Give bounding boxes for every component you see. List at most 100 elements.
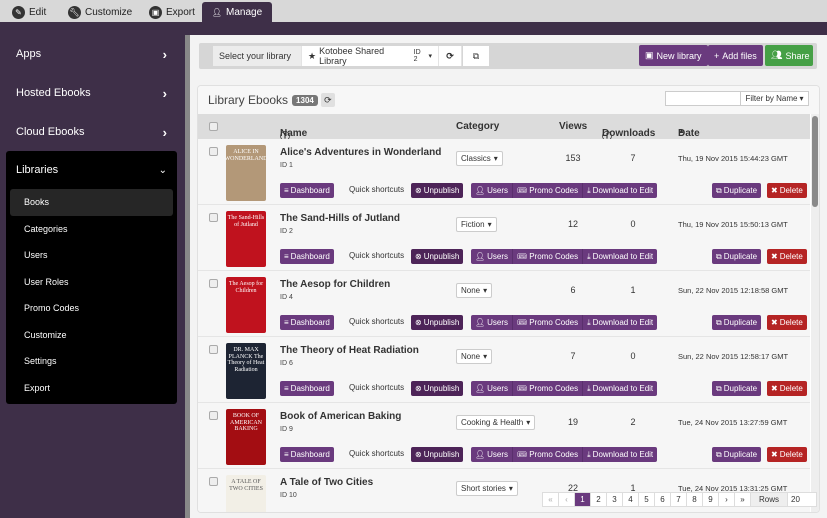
users-button[interactable]: 👤︎ Users <box>471 183 514 198</box>
sidebar-subitem-customize[interactable]: Customize <box>10 322 173 349</box>
delete-button[interactable]: ✖ Delete <box>767 381 807 396</box>
library-dropdown[interactable]: ★ Kotobee Shared Library ID 2 ▾ <box>302 46 439 66</box>
row-checkbox[interactable] <box>209 213 218 222</box>
duplicate-button[interactable]: ⧉ Duplicate <box>712 315 762 330</box>
delete-button[interactable]: ✖ Delete <box>767 183 807 198</box>
dashboard-button[interactable]: ≡ Dashboard <box>280 183 334 198</box>
page-button[interactable]: 5 <box>639 493 655 506</box>
row-checkbox[interactable] <box>209 345 218 354</box>
refresh-list-button[interactable]: ⟳ <box>320 93 335 107</box>
book-title[interactable]: The Theory of Heat Radiation <box>280 345 419 356</box>
page-button[interactable]: 4 <box>623 493 639 506</box>
page-next-button[interactable]: › <box>719 493 735 506</box>
category-dropdown[interactable]: Classics ▾ <box>456 151 503 166</box>
duplicate-button[interactable]: ⧉ Duplicate <box>712 249 762 264</box>
filter-by-dropdown[interactable]: Filter by Name ▾ <box>740 91 809 106</box>
dashboard-button[interactable]: ≡ Dashboard <box>280 447 334 462</box>
page-button[interactable]: 3 <box>607 493 623 506</box>
category-dropdown[interactable]: Fiction ▾ <box>456 217 497 232</box>
book-cover[interactable]: The Aesop for Children <box>226 277 266 333</box>
delete-button[interactable]: ✖ Delete <box>767 447 807 462</box>
dashboard-button[interactable]: ≡ Dashboard <box>280 381 334 396</box>
sidebar-subitem-user-roles[interactable]: User Roles <box>10 269 173 296</box>
download-to-edit-button[interactable]: ⤓ Download to Edit <box>583 447 658 462</box>
promo-codes-button[interactable]: 🎟︎ Promo Codes <box>513 315 584 330</box>
users-button[interactable]: 👤︎ Users <box>471 447 514 462</box>
duplicate-button[interactable]: ⧉ Duplicate <box>712 183 762 198</box>
dashboard-button[interactable]: ≡ Dashboard <box>280 249 334 264</box>
unpublish-button[interactable]: ⊗ Unpublish <box>411 315 464 330</box>
category-dropdown[interactable]: None ▾ <box>456 283 493 298</box>
users-button[interactable]: 👤︎ Users <box>471 315 514 330</box>
page-button[interactable]: 2 <box>591 493 607 506</box>
new-library-button[interactable]: ▣ New library <box>639 45 708 66</box>
dashboard-button[interactable]: ≡ Dashboard <box>280 315 334 330</box>
tab-customize[interactable]: 🔧︎ Customize <box>62 2 138 22</box>
promo-codes-button[interactable]: 🎟︎ Promo Codes <box>513 381 584 396</box>
row-checkbox[interactable] <box>209 411 218 420</box>
page-first-button[interactable]: « <box>543 493 559 506</box>
sidebar-subitem-categories[interactable]: Categories <box>10 216 173 243</box>
row-checkbox[interactable] <box>209 147 218 156</box>
download-to-edit-button[interactable]: ⤓ Download to Edit <box>583 183 658 198</box>
page-button[interactable]: 1 <box>575 493 591 506</box>
book-cover[interactable]: A TALE OF TWO CITIES <box>226 475 266 512</box>
category-dropdown[interactable]: Cooking & Health ▾ <box>456 415 536 430</box>
delete-button[interactable]: ✖ Delete <box>767 315 807 330</box>
download-to-edit-button[interactable]: ⤓ Download to Edit <box>583 249 658 264</box>
page-last-button[interactable]: » <box>735 493 751 506</box>
unpublish-button[interactable]: ⊗ Unpublish <box>411 381 464 396</box>
category-dropdown[interactable]: Short stories ▾ <box>456 481 518 496</box>
row-checkbox[interactable] <box>209 477 218 486</box>
tab-manage[interactable]: 👤︎ Manage <box>202 2 272 22</box>
page-button[interactable]: 7 <box>671 493 687 506</box>
page-button[interactable]: 8 <box>687 493 703 506</box>
page-button[interactable]: 9 <box>703 493 719 506</box>
refresh-library-button[interactable]: ⟳ <box>439 46 462 66</box>
sidebar-subitem-users[interactable]: Users <box>10 242 173 269</box>
select-all-checkbox[interactable] <box>209 122 218 131</box>
promo-codes-button[interactable]: 🎟︎ Promo Codes <box>513 249 584 264</box>
unpublish-button[interactable]: ⊗ Unpublish <box>411 249 464 264</box>
col-views[interactable]: Views <box>559 121 587 132</box>
sidebar-item-hosted-ebooks[interactable]: Hosted Ebooks › <box>6 77 177 109</box>
scrollbar-thumb[interactable] <box>812 116 818 207</box>
promo-codes-button[interactable]: 🎟︎ Promo Codes <box>513 183 584 198</box>
category-dropdown[interactable]: None ▾ <box>456 349 493 364</box>
filter-input[interactable] <box>665 91 741 106</box>
tab-export[interactable]: ▣ Export <box>143 2 201 22</box>
tab-edit[interactable]: ✎ Edit <box>6 2 52 22</box>
book-title[interactable]: Book of American Baking <box>280 411 401 422</box>
open-library-button[interactable]: ⧉ <box>463 46 489 66</box>
unpublish-button[interactable]: ⊗ Unpublish <box>411 183 464 198</box>
sidebar-subitem-books[interactable]: Books <box>10 189 173 216</box>
book-cover[interactable]: ALICE IN WONDERLAND <box>226 145 266 201</box>
col-category[interactable]: Category <box>456 121 499 132</box>
sidebar-subitem-promo-codes[interactable]: Promo Codes <box>10 295 173 322</box>
sidebar-subitem-export[interactable]: Export <box>10 375 173 402</box>
book-cover[interactable]: DR. MAX PLANCK The Theory of Heat Radiat… <box>226 343 266 399</box>
sidebar-item-apps[interactable]: Apps › <box>6 38 177 70</box>
delete-button[interactable]: ✖ Delete <box>767 249 807 264</box>
add-files-button[interactable]: + Add files <box>708 45 763 66</box>
book-title[interactable]: The Sand-Hills of Jutland <box>280 213 400 224</box>
users-button[interactable]: 👤︎ Users <box>471 381 514 396</box>
promo-codes-button[interactable]: 🎟︎ Promo Codes <box>513 447 584 462</box>
book-title[interactable]: Alice's Adventures in Wonderland <box>280 147 441 158</box>
duplicate-button[interactable]: ⧉ Duplicate <box>712 447 762 462</box>
download-to-edit-button[interactable]: ⤓ Download to Edit <box>583 381 658 396</box>
sidebar-item-libraries[interactable]: Libraries ⌄ <box>6 151 177 189</box>
download-to-edit-button[interactable]: ⤓ Download to Edit <box>583 315 658 330</box>
share-button[interactable]: 👥︎ Share <box>765 45 813 66</box>
duplicate-button[interactable]: ⧉ Duplicate <box>712 381 762 396</box>
book-title[interactable]: A Tale of Two Cities <box>280 477 373 488</box>
unpublish-button[interactable]: ⊗ Unpublish <box>411 447 464 462</box>
sidebar-item-cloud-ebooks[interactable]: Cloud Ebooks › <box>6 116 177 148</box>
sidebar-subitem-settings[interactable]: Settings <box>10 348 173 375</box>
book-cover[interactable]: The Sand-Hills of Jutland <box>226 211 266 267</box>
row-checkbox[interactable] <box>209 279 218 288</box>
page-button[interactable]: 6 <box>655 493 671 506</box>
book-cover[interactable]: BOOK OF AMERICAN BAKING <box>226 409 266 465</box>
book-title[interactable]: The Aesop for Children <box>280 279 390 290</box>
rows-per-page-input[interactable]: 20 <box>788 493 816 506</box>
